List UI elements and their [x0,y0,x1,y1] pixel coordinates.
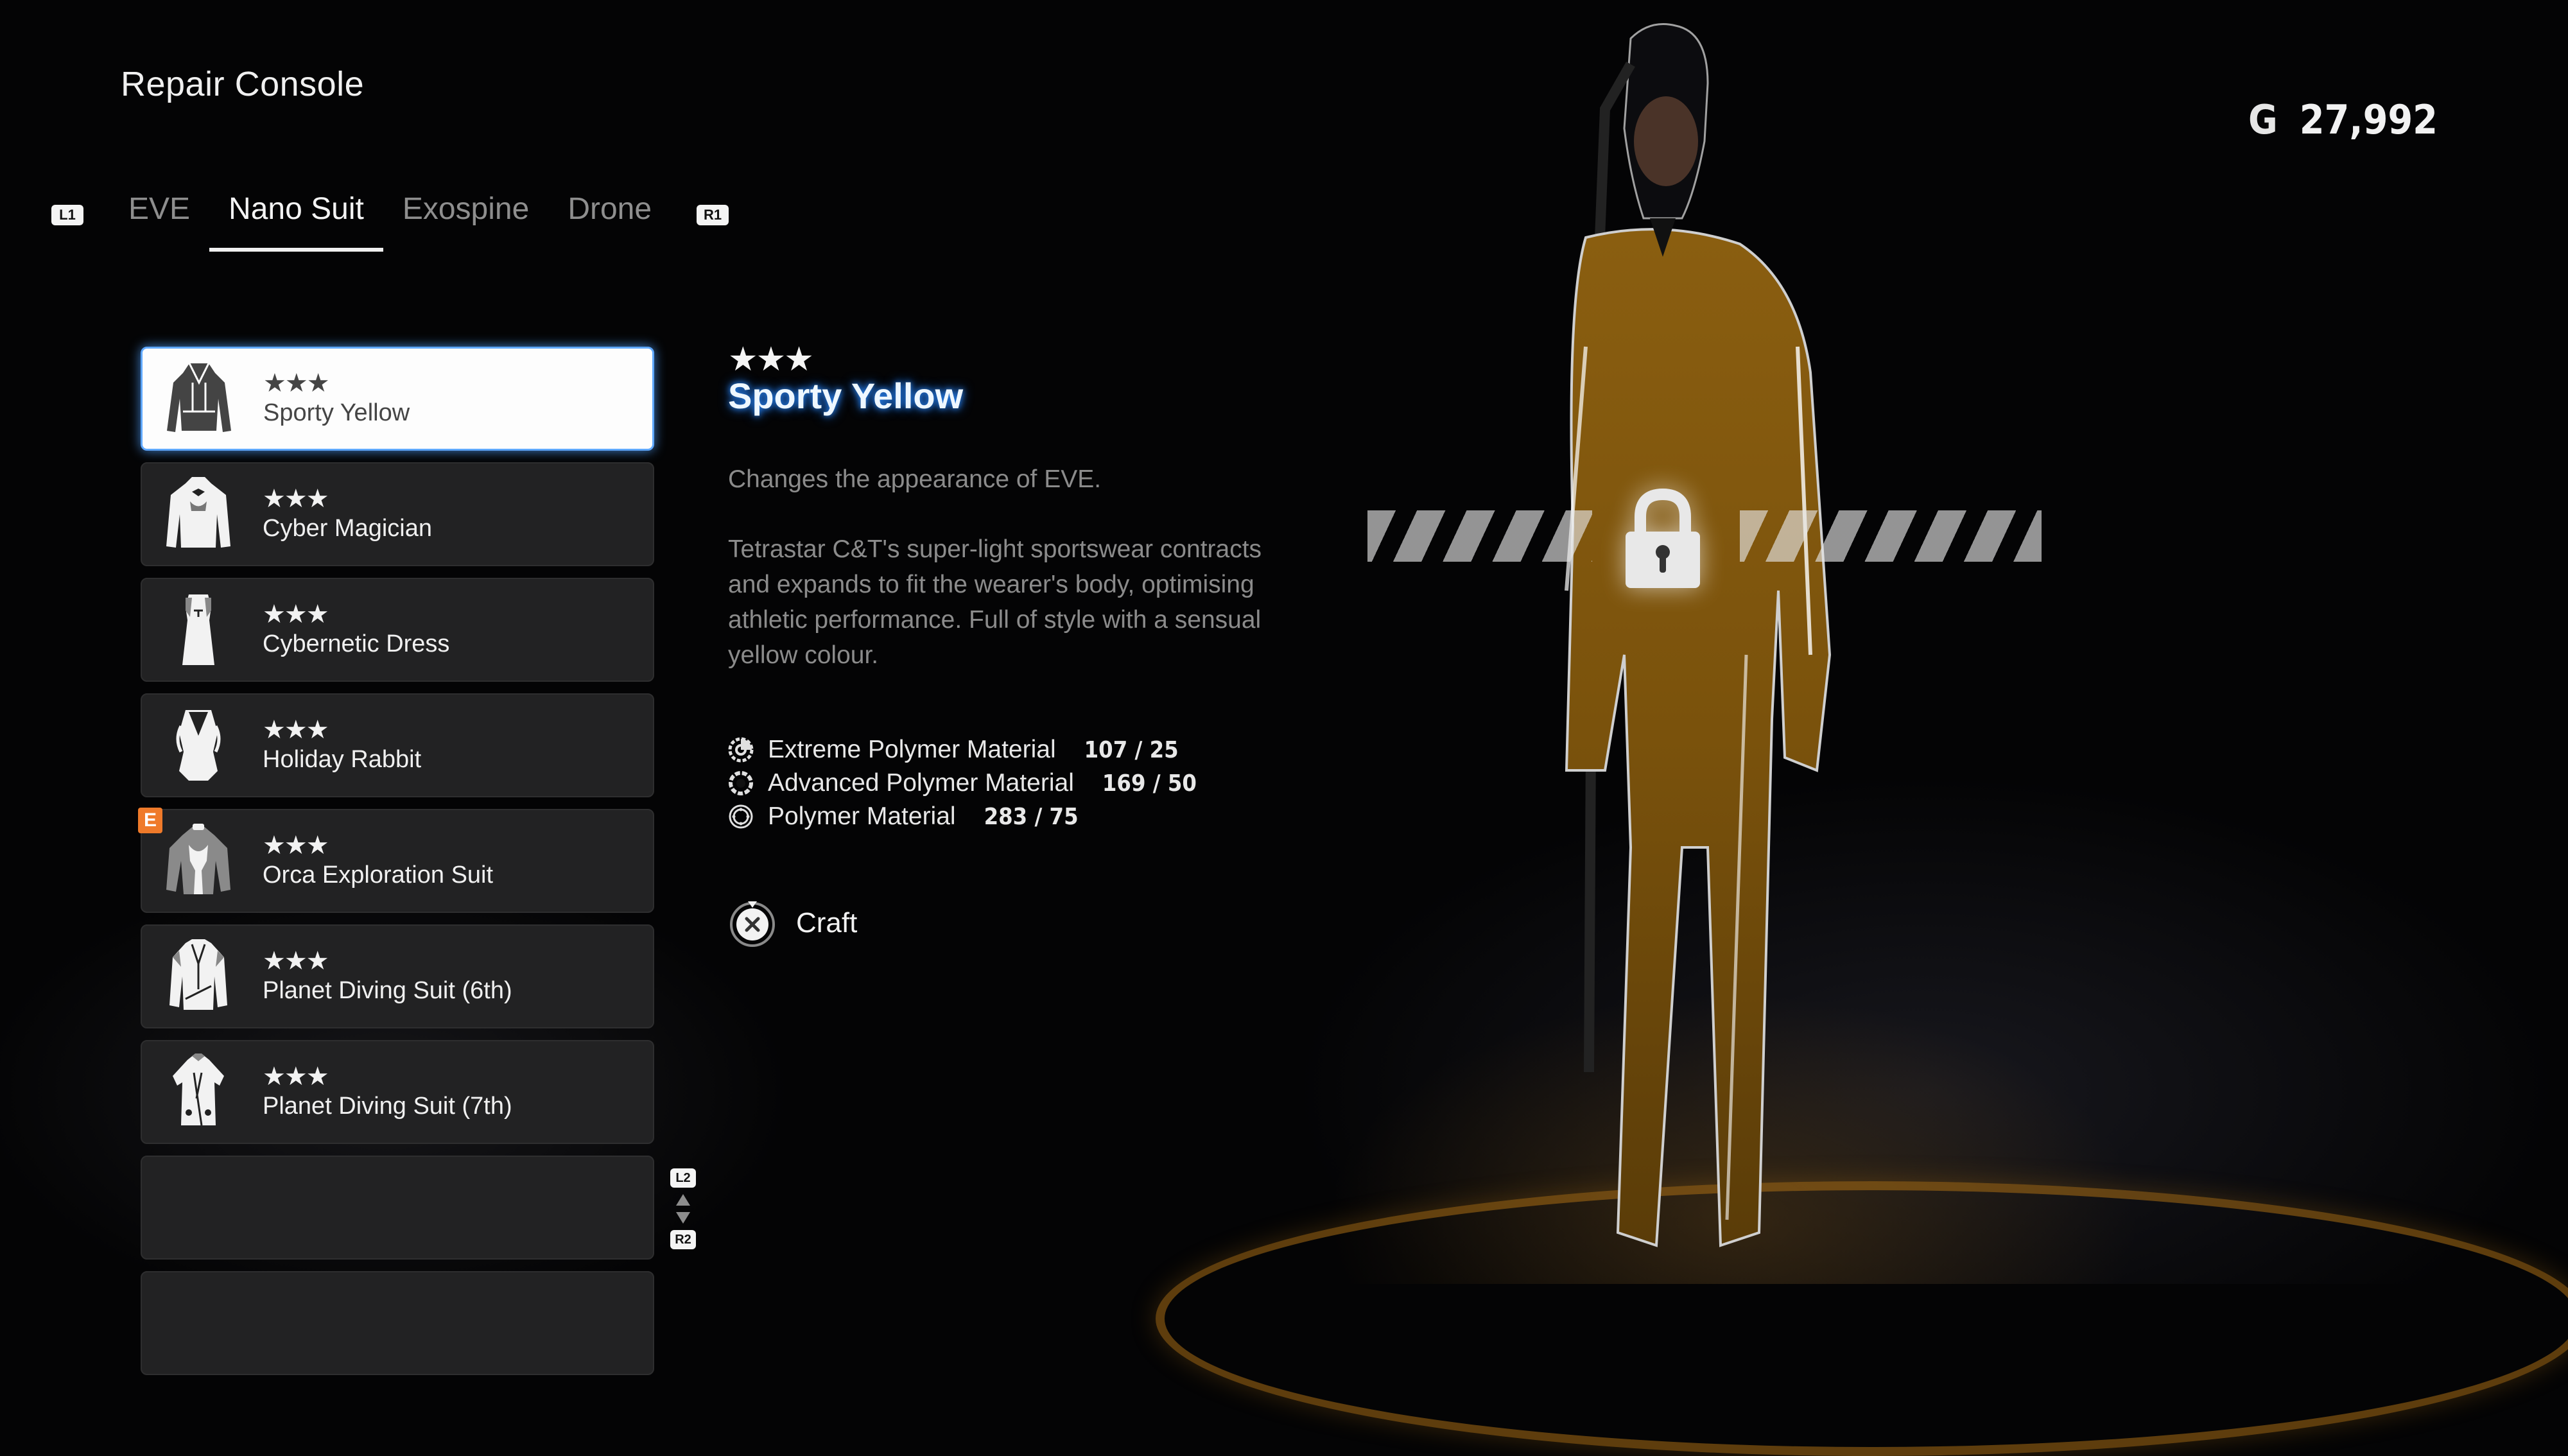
advanced-polymer-icon [729,771,753,795]
r2-button-hint[interactable]: R2 [670,1230,696,1249]
material-name: Polymer Material [768,802,956,830]
exploration-suit-icon [160,819,237,903]
item-name: Planet Diving Suit (6th) [263,977,512,1004]
rarity-stars: ★★★ [263,716,329,744]
rarity-stars: ★★★ [263,600,329,628]
description-line: Changes the appearance of EVE. [728,465,1102,493]
dress-icon [160,588,237,672]
category-tabs: L1 EVE Nano Suit Exospine Drone R1 [51,186,729,252]
item-name: Cyber Magician [263,515,432,542]
extreme-polymer-icon [728,737,754,763]
list-item[interactable]: ★★★ Planet Diving Suit (7th) [141,1040,654,1144]
material-count: 169 / 50 [1102,770,1197,797]
rarity-stars: ★★★ [263,1062,329,1091]
material-requirements: Extreme Polymer Material 107 / 25 Advanc… [728,733,1197,833]
hazard-stripes-left [1367,510,1592,562]
list-item[interactable]: E ★★★ Orca Exploration Suit [138,808,654,913]
tuxedo-jacket-icon [160,472,237,556]
hoodie-icon [160,357,238,440]
diving-suit-icon [160,1050,237,1134]
diving-suit-icon [160,935,237,1018]
tab-eve[interactable]: EVE [109,186,209,244]
scroll-down-arrow-icon[interactable] [676,1212,690,1224]
rarity-stars: ★★★ [263,369,330,397]
polymer-icon [729,804,753,829]
item-name: Holiday Rabbit [263,746,422,773]
rarity-stars: ★★★ [263,485,329,513]
item-detail-panel: ★★★ Sporty Yellow Changes the appearance… [728,340,1306,707]
rarity-stars: ★★★ [263,947,329,975]
craft-button[interactable]: Craft [728,899,857,948]
currency-display: G 27,992 [2248,96,2438,143]
list-item[interactable]: ★★★ Sporty Yellow [141,347,654,451]
detail-item-name: Sporty Yellow [728,376,964,416]
list-item[interactable]: ★★★ Planet Diving Suit (6th) [141,924,654,1028]
tab-nano-suit[interactable]: Nano Suit [209,186,383,252]
item-name: Orca Exploration Suit [263,862,494,888]
l2-button-hint[interactable]: L2 [670,1168,696,1188]
list-item[interactable]: ★★★ Cyber Magician [141,462,654,566]
currency-icon: G [2248,96,2278,143]
material-row: Extreme Polymer Material 107 / 25 [728,733,1197,767]
currency-amount: 27,992 [2299,96,2438,143]
item-name: Planet Diving Suit (7th) [263,1093,512,1120]
material-row: Advanced Polymer Material 169 / 50 [728,767,1197,800]
bodysuit-icon [160,704,237,787]
craft-label: Craft [796,907,858,939]
empty-slot [141,1156,654,1260]
rarity-stars: ★★★ [263,831,329,860]
detail-rarity-stars: ★★★ [728,341,814,378]
tab-drone[interactable]: Drone [548,186,671,244]
page-title: Repair Console [121,65,365,103]
lock-icon [1626,488,1700,588]
equipped-badge: E [138,808,162,833]
character-preview[interactable] [1438,13,1926,1284]
hazard-stripes-right [1740,510,2042,562]
list-item[interactable]: ★★★ Cybernetic Dress [141,578,654,682]
detail-description: Changes the appearance of EVE. Tetrastar… [728,462,1306,673]
list-scroll-hints: L2 R2 [670,1168,696,1249]
list-item[interactable]: ★★★ Holiday Rabbit [141,693,654,797]
item-name: Cybernetic Dress [263,630,450,657]
material-row: Polymer Material 283 / 75 [728,800,1197,833]
suit-list: ★★★ Sporty Yellow ★★★ Cyber Magician ★★★… [138,347,654,1387]
item-name: Sporty Yellow [263,399,410,426]
r1-button-hint[interactable]: R1 [697,205,729,225]
l1-button-hint[interactable]: L1 [51,205,83,225]
material-name: Advanced Polymer Material [768,769,1074,797]
material-count: 107 / 25 [1084,736,1179,763]
tab-exospine[interactable]: Exospine [383,186,548,244]
description-line: Tetrastar C&T's super-light sportswear c… [728,535,1262,669]
material-count: 283 / 75 [984,803,1079,830]
cross-button-icon [730,901,775,947]
empty-slot [141,1271,654,1375]
scroll-up-arrow-icon[interactable] [676,1194,690,1206]
material-name: Extreme Polymer Material [768,736,1056,763]
